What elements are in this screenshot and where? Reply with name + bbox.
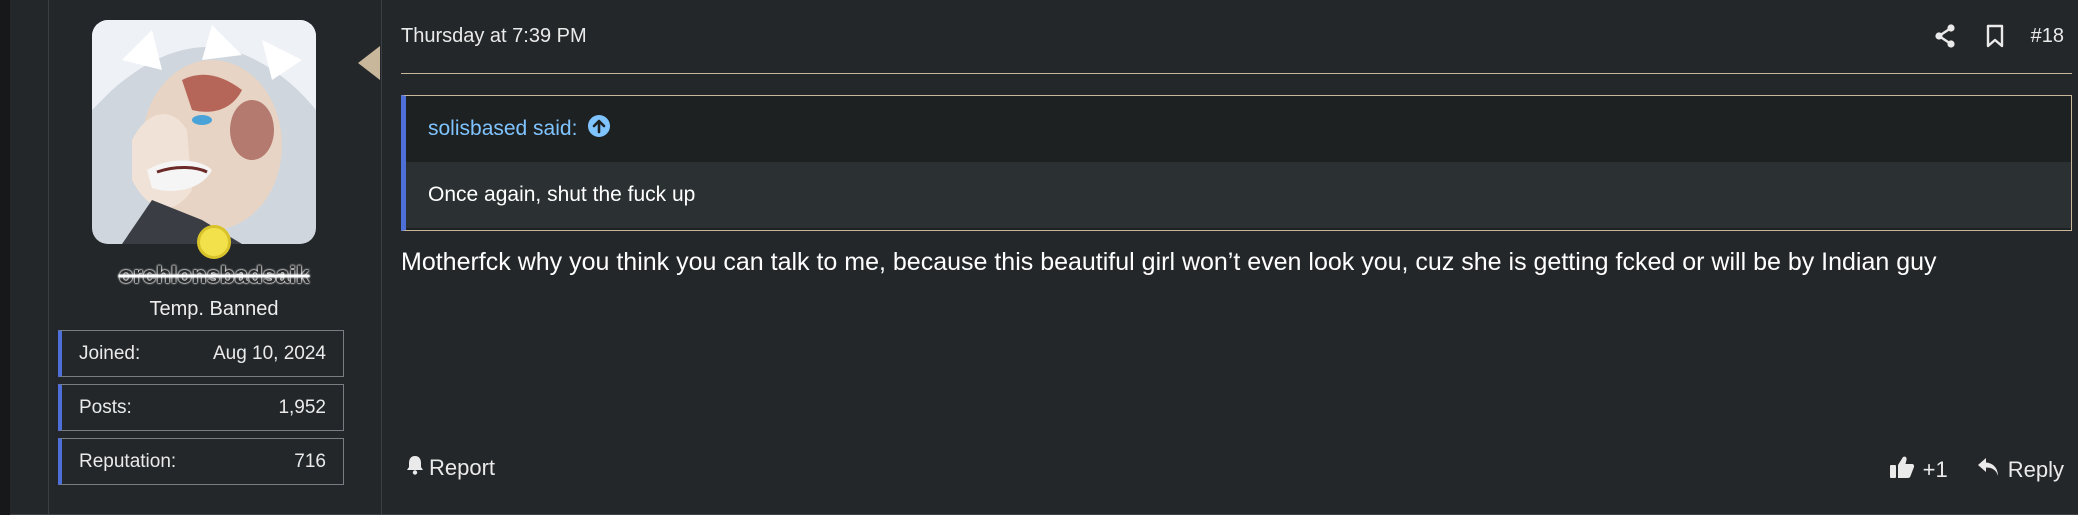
user-avatar[interactable] — [92, 20, 316, 244]
reply-button[interactable]: Reply — [1976, 456, 2064, 484]
stat-value: 716 — [294, 450, 326, 472]
bookmark-icon[interactable] — [1981, 22, 2009, 50]
user-title: Temp. Banned — [149, 298, 279, 320]
header-divider — [401, 73, 2072, 74]
stat-posts: Posts: 1,952 — [58, 384, 344, 431]
forum-post: orchlonsbadsaik Temp. Banned Joined: Aug… — [10, 0, 2078, 515]
share-icon[interactable] — [1931, 22, 1959, 50]
stat-joined: Joined: Aug 10, 2024 — [58, 330, 344, 377]
username[interactable]: orchlonsbadsaik — [58, 262, 370, 290]
stat-label: Reputation: — [79, 450, 177, 472]
reply-icon — [1976, 456, 2000, 484]
post-content: Thursday at 7:39 PM #18 solisbased said:… — [388, 0, 2078, 514]
reply-label: Reply — [2007, 457, 2064, 482]
arrow-up-circle-icon[interactable] — [587, 114, 611, 144]
online-status-dot — [197, 225, 231, 259]
stat-label: Posts: — [79, 396, 132, 418]
like-count: +1 — [1922, 457, 1948, 482]
post-number-link[interactable]: #18 — [2031, 25, 2064, 48]
bell-icon — [406, 455, 424, 481]
post-pointer-arrow — [358, 46, 380, 80]
report-button[interactable]: Report — [406, 455, 495, 481]
stat-value: Aug 10, 2024 — [212, 342, 326, 364]
thumbs-up-icon — [1889, 455, 1915, 485]
like-button[interactable]: +1 — [1889, 455, 1948, 485]
post-header-actions: #18 — [1931, 22, 2064, 50]
stat-value: 1,952 — [278, 396, 326, 418]
quote-text: Once again, shut the fuck up — [406, 162, 2071, 228]
stat-label: Joined: — [79, 342, 141, 364]
quote-block: solisbased said: Once again, shut the fu… — [401, 95, 2072, 231]
report-label: Report — [429, 455, 496, 480]
post-footer-actions: +1 Reply — [1889, 455, 2064, 485]
quote-header: solisbased said: — [406, 96, 2071, 162]
quote-author-link[interactable]: solisbased said: — [428, 117, 577, 141]
stat-reputation: Reputation: 716 — [58, 438, 344, 485]
post-message: Motherfck why you think you can talk to … — [401, 248, 1937, 276]
page-edge — [0, 0, 10, 515]
post-date[interactable]: Thursday at 7:39 PM — [401, 25, 587, 48]
